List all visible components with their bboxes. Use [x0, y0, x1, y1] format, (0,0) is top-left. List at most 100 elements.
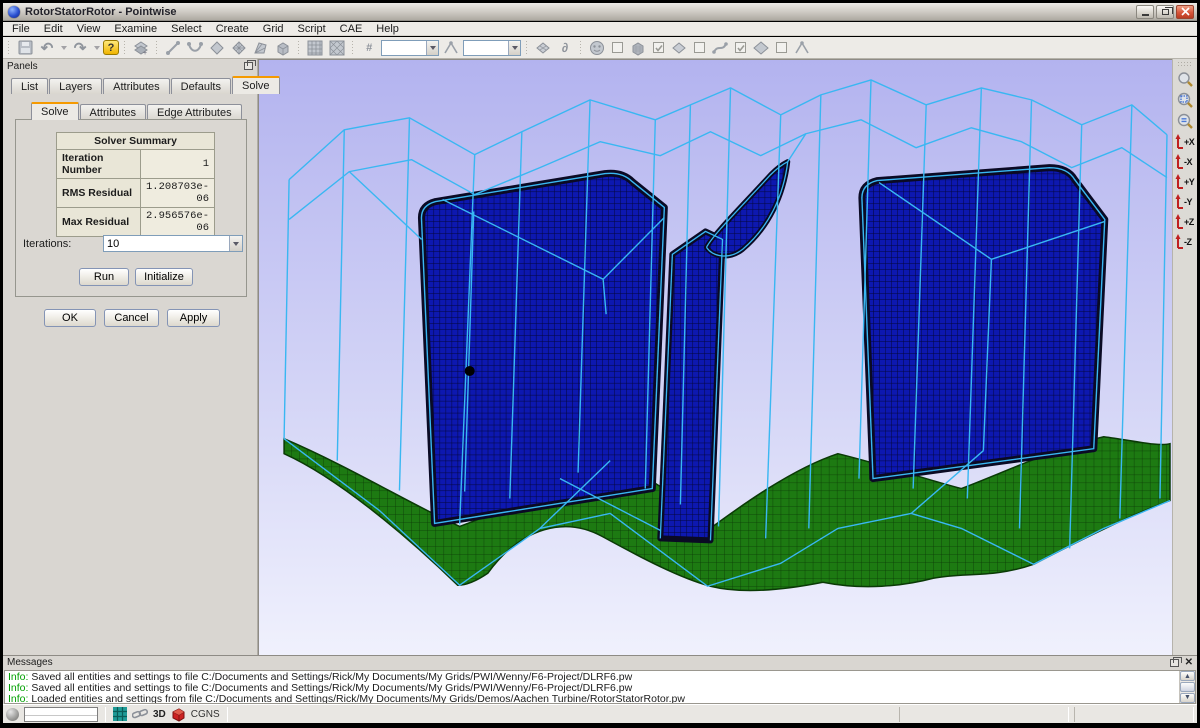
- toolbar-grip[interactable]: [123, 40, 127, 56]
- save-button[interactable]: [15, 38, 35, 57]
- structured-grid-button[interactable]: [305, 38, 325, 57]
- minimize-button[interactable]: [1136, 5, 1154, 19]
- dimension-count-button[interactable]: #: [359, 38, 379, 57]
- menu-create[interactable]: Create: [209, 22, 256, 36]
- scroll-down-button[interactable]: ▼: [1180, 693, 1195, 703]
- menu-cae[interactable]: CAE: [333, 22, 370, 36]
- selected-point-marker[interactable]: [465, 366, 475, 376]
- iterations-spinner[interactable]: [103, 235, 243, 252]
- tab-attributes[interactable]: Attributes: [103, 78, 169, 94]
- toolbar-grip[interactable]: [7, 40, 11, 56]
- view-minus-x-button[interactable]: -X: [1173, 152, 1197, 172]
- subtab-attributes[interactable]: Attributes: [80, 104, 146, 120]
- apply-button[interactable]: Apply: [167, 309, 220, 327]
- database-visibility-button[interactable]: [751, 38, 771, 57]
- close-button[interactable]: [1176, 5, 1194, 19]
- toolbar-grip[interactable]: [1177, 61, 1193, 66]
- run-button[interactable]: Run: [79, 268, 129, 286]
- toolbar-grip[interactable]: [297, 40, 301, 56]
- connector-checkbox[interactable]: [735, 42, 746, 53]
- redo-dropdown[interactable]: [92, 38, 101, 57]
- angle2-button[interactable]: [792, 38, 812, 57]
- block-checkbox[interactable]: [653, 42, 664, 53]
- create-segment-button[interactable]: [163, 38, 183, 57]
- title-bar[interactable]: RotorStatorRotor - Pointwise: [3, 3, 1197, 21]
- combo-arrow-button[interactable]: [426, 41, 438, 55]
- messages-log[interactable]: Info: Saved all entities and settings to…: [4, 670, 1196, 704]
- menu-select[interactable]: Select: [164, 22, 209, 36]
- spacing-button[interactable]: [441, 38, 461, 57]
- solve-domain-button[interactable]: [533, 38, 553, 57]
- create-meshed-domain-button[interactable]: [229, 38, 249, 57]
- create-domain-button[interactable]: [207, 38, 227, 57]
- block-visibility-button[interactable]: [628, 38, 648, 57]
- view-plus-y-button[interactable]: +Y: [1173, 172, 1197, 192]
- menu-help[interactable]: Help: [369, 22, 406, 36]
- cae-solver-label: CGNS: [191, 709, 220, 720]
- close-icon[interactable]: ✕: [1185, 658, 1193, 667]
- toolbar-grip[interactable]: [155, 40, 159, 56]
- help-button[interactable]: ?: [103, 40, 119, 55]
- float-panel-icon[interactable]: [1170, 659, 1179, 667]
- messages-scrollbar[interactable]: ▲ ▼: [1179, 671, 1195, 703]
- ok-button[interactable]: OK: [44, 309, 96, 327]
- layers-button[interactable]: +: [131, 38, 151, 57]
- create-curve-button[interactable]: [185, 38, 205, 57]
- create-block-button[interactable]: [273, 38, 293, 57]
- zoom-button[interactable]: [1174, 69, 1196, 90]
- dimension-combobox[interactable]: [381, 40, 439, 56]
- restore-button[interactable]: [1156, 5, 1174, 19]
- toolbar-grip[interactable]: [525, 40, 529, 56]
- structured-grid-icon: [307, 40, 323, 56]
- zoom-box-button[interactable]: [1174, 90, 1196, 111]
- create-fan-button[interactable]: [251, 38, 271, 57]
- view-minus-z-button[interactable]: -Z: [1173, 232, 1197, 252]
- subtab-solve[interactable]: Solve: [31, 102, 79, 120]
- domain-visibility-button[interactable]: [669, 38, 689, 57]
- float-panel-icon[interactable]: [244, 62, 253, 70]
- initialize-button[interactable]: Initialize: [135, 268, 193, 286]
- view-plus-z-button[interactable]: +Z: [1173, 212, 1197, 232]
- toolbar-grip[interactable]: [579, 40, 583, 56]
- database-toggle-icon: [753, 40, 769, 56]
- connector-visibility-button[interactable]: [710, 38, 730, 57]
- close-icon: [1181, 7, 1190, 16]
- solve-subtabs: Solve Attributes Edge Attributes: [31, 102, 243, 120]
- menu-file[interactable]: File: [5, 22, 37, 36]
- domain-checkbox[interactable]: [694, 42, 705, 53]
- view-plus-x-button[interactable]: +X: [1173, 132, 1197, 152]
- undo-dropdown[interactable]: [59, 38, 68, 57]
- viewport-3d[interactable]: [258, 59, 1172, 655]
- unstructured-grid-button[interactable]: [327, 38, 347, 57]
- combo-arrow-button[interactable]: [508, 41, 520, 55]
- menu-edit[interactable]: Edit: [37, 22, 70, 36]
- row-label: Max Residual: [57, 208, 141, 237]
- spacing-input[interactable]: [464, 40, 504, 55]
- database-checkbox[interactable]: [776, 42, 787, 53]
- menu-examine[interactable]: Examine: [107, 22, 164, 36]
- tab-layers[interactable]: Layers: [49, 78, 102, 94]
- derivative-button[interactable]: ∂: [555, 38, 575, 57]
- menu-view[interactable]: View: [70, 22, 108, 36]
- mask-button[interactable]: [587, 38, 607, 57]
- tab-defaults[interactable]: Defaults: [171, 78, 231, 94]
- toolbar-grip[interactable]: [351, 40, 355, 56]
- undo-button[interactable]: ↶: [37, 38, 57, 57]
- status-bar: 3D CGNS: [3, 704, 1197, 723]
- scroll-up-button[interactable]: ▲: [1180, 671, 1195, 681]
- mask-checkbox[interactable]: [612, 42, 623, 53]
- dimension-input[interactable]: [382, 40, 422, 55]
- spacing-combobox[interactable]: [463, 40, 521, 56]
- tab-list[interactable]: List: [11, 78, 48, 94]
- tab-solve[interactable]: Solve: [232, 76, 280, 94]
- cancel-button[interactable]: Cancel: [104, 309, 159, 327]
- view-minus-y-button[interactable]: -Y: [1173, 192, 1197, 212]
- scroll-thumb[interactable]: [1180, 682, 1195, 691]
- subtab-edge-attributes[interactable]: Edge Attributes: [147, 104, 242, 120]
- menu-script[interactable]: Script: [291, 22, 333, 36]
- zoom-equal-button[interactable]: [1174, 111, 1196, 132]
- spinner-arrow-button[interactable]: [229, 236, 242, 251]
- iterations-input[interactable]: [104, 238, 224, 250]
- redo-button[interactable]: ↷: [70, 38, 90, 57]
- menu-grid[interactable]: Grid: [256, 22, 291, 36]
